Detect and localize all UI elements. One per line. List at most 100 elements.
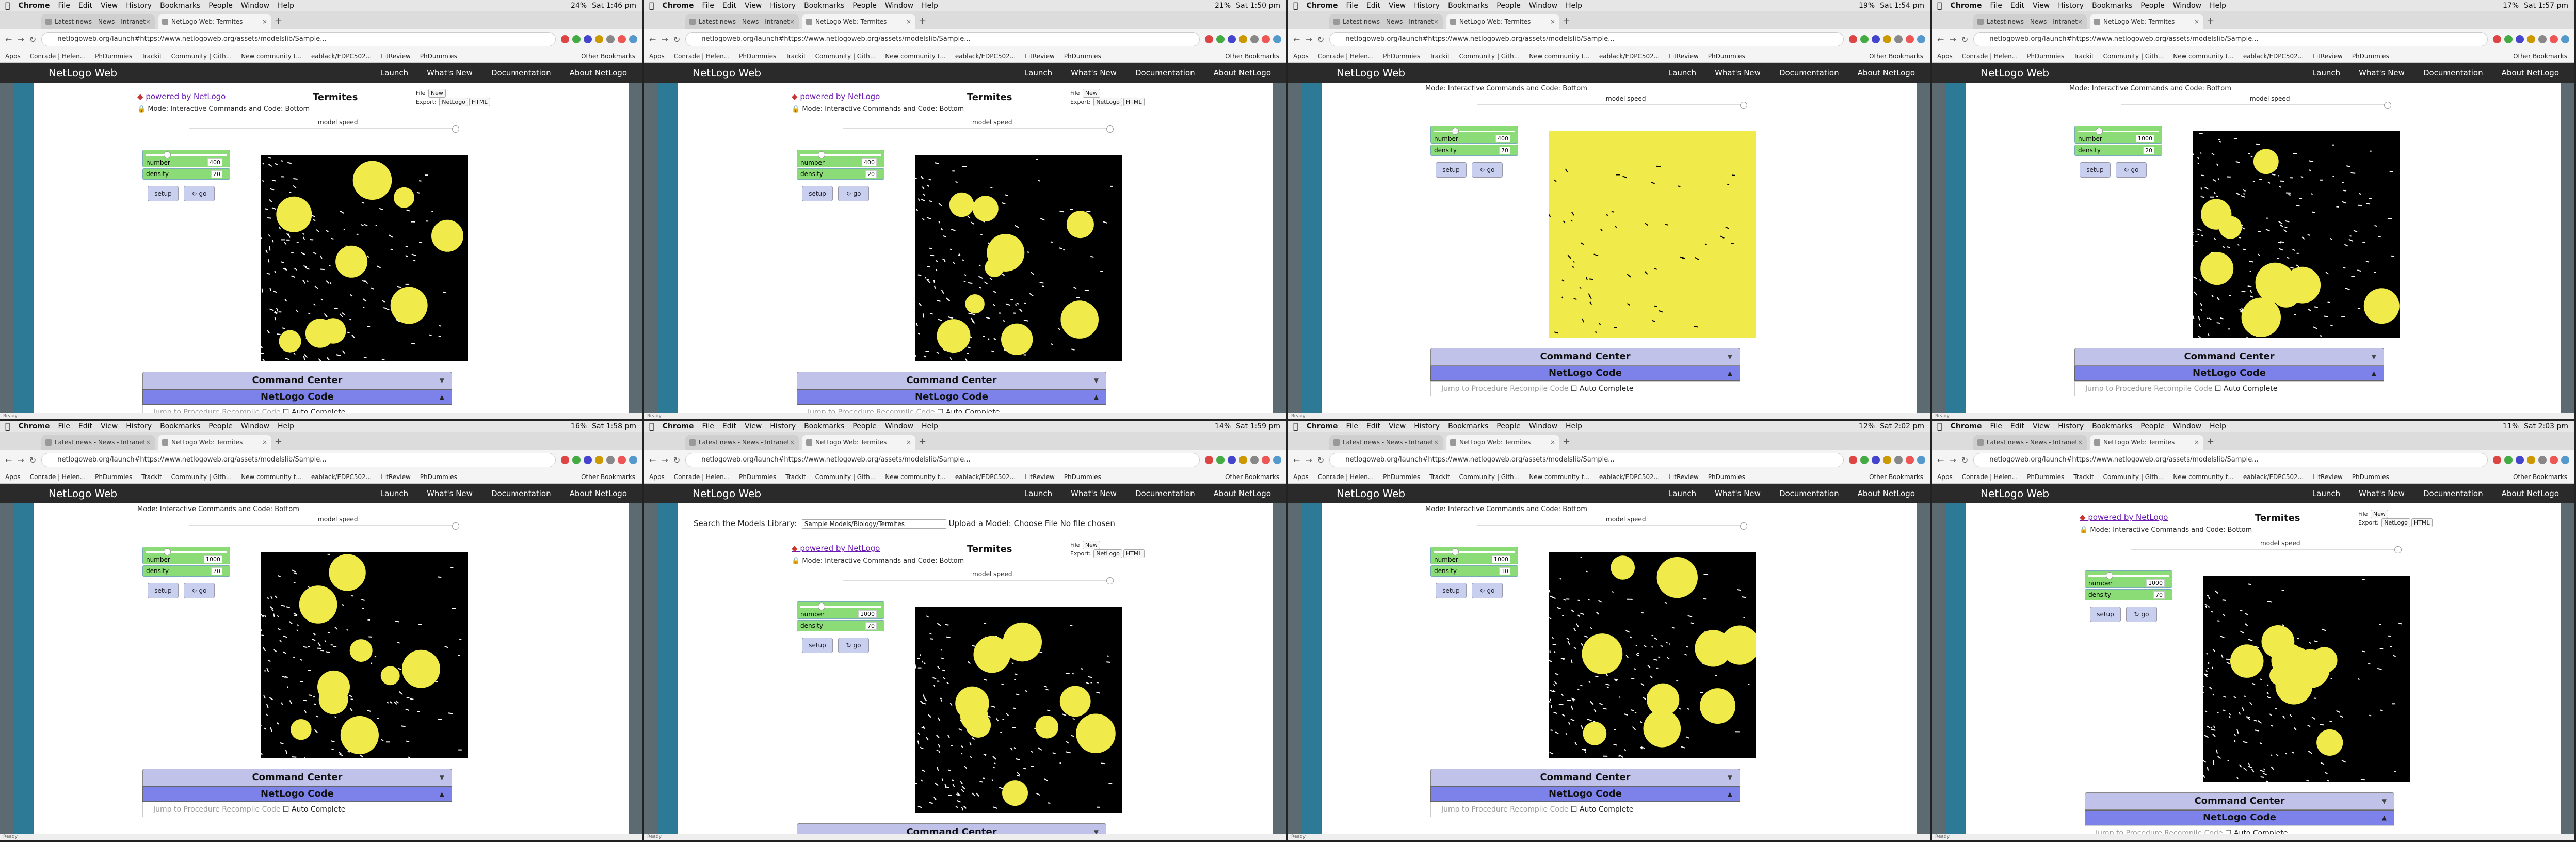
bookmark-item[interactable]: Conrade | Helen... (30, 50, 86, 62)
menu-item[interactable]: View (2033, 0, 2050, 11)
world-view[interactable] (2203, 576, 2410, 782)
close-icon[interactable]: × (2194, 435, 2199, 450)
menu-item[interactable]: People (2140, 421, 2165, 432)
bookmark-item[interactable]: Apps (1937, 470, 1953, 483)
world-view[interactable] (915, 607, 1122, 813)
menu-item[interactable]: Help (1566, 0, 1582, 11)
menu-item[interactable]: Help (278, 421, 294, 432)
new-button[interactable]: New (428, 89, 446, 98)
go-button[interactable]: ↻ go (184, 583, 215, 598)
extension-icon[interactable] (1239, 456, 1247, 464)
number-slider[interactable]: number 1000 (2074, 126, 2162, 144)
extension-icon[interactable] (1273, 35, 1281, 43)
nav-link[interactable]: About NetLogo (1858, 484, 1915, 503)
model-speed-slider[interactable] (2131, 546, 2402, 553)
bookmark-item[interactable]: PhDummies (1708, 50, 1745, 62)
number-slider[interactable]: number 400 (142, 150, 230, 167)
model-speed-slider[interactable] (1477, 522, 1747, 530)
auto-complete-checkbox[interactable]: ☐ Auto Complete (283, 805, 345, 814)
netlogo-code-bar[interactable]: NetLogo Code (142, 786, 452, 802)
bookmark-item[interactable]: Trackit (2073, 470, 2094, 483)
jump-to-procedure[interactable]: Jump to Procedure (1441, 805, 1510, 814)
lock-icon[interactable]: 🔒 (2080, 526, 2090, 534)
bookmark-item[interactable]: PhDummies (420, 470, 457, 483)
extension-icon[interactable] (1250, 456, 1259, 464)
other-bookmarks[interactable]: Other Bookmarks (2513, 470, 2574, 483)
number-value[interactable]: 400 (1495, 135, 1510, 142)
export-netlogo-button[interactable]: NetLogo (439, 98, 468, 106)
bookmark-item[interactable]: Trackit (785, 50, 806, 62)
new-button[interactable]: New (1082, 541, 1100, 549)
menu-item[interactable]: Window (885, 421, 913, 432)
reload-icon[interactable]: ↻ (673, 455, 680, 465)
world-view[interactable] (1549, 552, 1756, 758)
menu-item[interactable]: View (101, 421, 118, 432)
termites-world-view[interactable] (2193, 131, 2400, 338)
export-netlogo-button[interactable]: NetLogo (1093, 98, 1122, 106)
apple-icon[interactable]:  (1293, 421, 1298, 432)
forward-icon[interactable]: → (1305, 455, 1312, 465)
powered-by-link[interactable]: powered by NetLogo (2080, 513, 2168, 522)
number-value[interactable]: 1000 (1492, 555, 1510, 563)
browser-tab[interactable]: Latest news - News - Intranet × (685, 14, 799, 29)
menu-item[interactable]: Bookmarks (804, 0, 844, 11)
bookmark-item[interactable]: LitReview (2313, 50, 2343, 62)
reload-icon[interactable]: ↻ (29, 455, 36, 465)
menu-item[interactable]: History (2058, 0, 2084, 11)
extension-icon[interactable] (595, 35, 603, 43)
nav-link[interactable]: Launch (380, 63, 408, 83)
menu-item[interactable]: Help (2210, 0, 2226, 11)
menu-item[interactable]: Bookmarks (160, 0, 200, 11)
new-button[interactable]: New (1082, 89, 1100, 98)
close-icon[interactable]: × (906, 435, 911, 450)
bookmark-item[interactable]: PhDummies (2027, 50, 2064, 62)
go-button[interactable]: ↻ go (2116, 162, 2147, 178)
menu-item[interactable]: Edit (1366, 0, 1380, 11)
extension-icon[interactable] (1872, 456, 1880, 464)
browser-tab[interactable]: NetLogo Web: Termites × (1446, 435, 1559, 450)
bookmark-item[interactable]: Apps (5, 470, 21, 483)
menu-item[interactable]: Help (278, 0, 294, 11)
slider-knob[interactable] (1452, 128, 1459, 135)
menu-item[interactable]: Bookmarks (1448, 421, 1488, 432)
lock-icon[interactable]: 🔒 (792, 557, 802, 565)
bookmark-item[interactable]: PhDummies (1383, 470, 1420, 483)
recompile-button[interactable]: Recompile Code (222, 805, 283, 814)
extension-icon[interactable] (1228, 456, 1236, 464)
extension-icon[interactable] (1849, 456, 1857, 464)
close-icon[interactable]: × (1434, 435, 1439, 450)
back-icon[interactable]: ← (649, 455, 656, 465)
command-center-bar[interactable]: Command Center (142, 372, 452, 389)
menu-item[interactable]: Window (1529, 0, 1557, 11)
number-value[interactable]: 1000 (204, 555, 222, 563)
lock-icon[interactable]: 🔒 (137, 105, 148, 113)
density-value[interactable]: 70 (2153, 591, 2165, 599)
close-icon[interactable]: × (2078, 435, 2083, 450)
nav-link[interactable]: Launch (380, 484, 408, 503)
menu-item[interactable]: Edit (78, 0, 92, 11)
bookmark-item[interactable]: eablack/EDPC502... (955, 470, 1016, 483)
nav-link[interactable]: Documentation (2423, 63, 2483, 83)
extension-icon[interactable] (1906, 35, 1914, 43)
termites-world-view[interactable] (261, 552, 468, 758)
apple-icon[interactable]:  (1937, 421, 1942, 432)
bookmark-item[interactable]: PhDummies (739, 470, 776, 483)
menu-item[interactable]: Window (2173, 421, 2201, 432)
density-value[interactable]: 10 (1499, 567, 1510, 575)
extension-icon[interactable] (2504, 35, 2513, 43)
extension-icon[interactable] (1917, 456, 1925, 464)
back-icon[interactable]: ← (649, 35, 656, 44)
nav-link[interactable]: About NetLogo (1858, 63, 1915, 83)
go-button[interactable]: ↻ go (2126, 607, 2157, 622)
bookmark-item[interactable]: LitReview (1025, 470, 1055, 483)
nav-link[interactable]: What's New (2359, 484, 2405, 503)
setup-button[interactable]: setup (1436, 583, 1467, 598)
number-slider[interactable]: number 1000 (797, 601, 884, 619)
slider-knob[interactable] (1452, 548, 1459, 555)
bookmark-item[interactable]: LitReview (381, 50, 411, 62)
extension-icon[interactable] (595, 456, 603, 464)
menu-item[interactable]: File (58, 421, 70, 432)
address-bar[interactable]: netlogoweb.org/launch#https://www.netlog… (1329, 453, 1844, 467)
apple-icon[interactable]:  (1937, 0, 1942, 11)
close-icon[interactable]: × (262, 435, 267, 450)
